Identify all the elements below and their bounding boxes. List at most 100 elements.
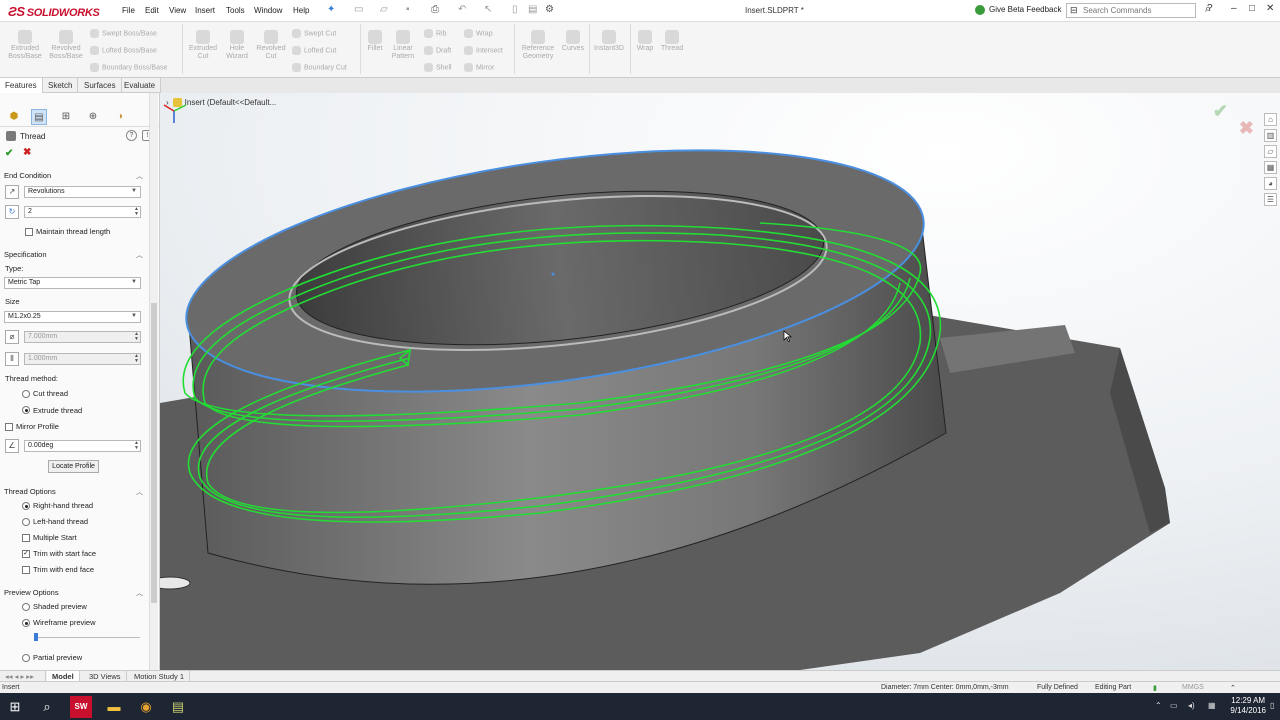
end-condition-select[interactable]: Revolutions ▼ xyxy=(24,186,141,198)
network-icon[interactable]: ▭ xyxy=(1170,701,1178,710)
hole-wizard-button[interactable]: Hole Wizard xyxy=(220,30,254,61)
cut-thread-radio[interactable] xyxy=(22,390,30,398)
dimxpert-icon[interactable]: ⊕ xyxy=(85,109,101,125)
boundary-cut-button[interactable]: Boundary Cut xyxy=(292,63,347,72)
wireframe-preview-radio[interactable] xyxy=(22,619,30,627)
extruded-boss-button[interactable]: Extruded Boss/Base xyxy=(5,30,45,61)
draft-button[interactable]: Draft xyxy=(424,46,451,55)
scrollbar-thumb[interactable] xyxy=(151,303,157,603)
display-manager-icon[interactable]: ◑ xyxy=(112,109,128,125)
menu-help[interactable]: Help xyxy=(293,6,309,15)
menu-edit[interactable]: Edit xyxy=(145,6,159,15)
view-orientation-icon[interactable]: ◧ xyxy=(677,93,686,94)
pitch-input[interactable]: 1.000mm ▲ ▼ xyxy=(24,353,141,365)
locate-profile-button[interactable]: Locate Profile xyxy=(48,460,99,473)
taskbar-clock[interactable]: 12:29 AM 9/14/2016 xyxy=(1230,696,1266,716)
select-icon[interactable]: ↖ xyxy=(484,4,492,15)
zoom-area-icon[interactable]: ⌕ xyxy=(613,93,619,94)
solidworks-taskbar-icon[interactable]: SW xyxy=(70,696,92,718)
curves-button[interactable]: Curves xyxy=(559,30,587,53)
size-select[interactable]: M1.2x0.25 ▼ xyxy=(4,311,141,323)
ok-button[interactable]: ✔ xyxy=(5,148,13,159)
type-select[interactable]: Metric Tap ▼ xyxy=(4,277,141,289)
partial-preview-radio[interactable] xyxy=(22,654,30,662)
beta-feedback-button[interactable]: Give Beta Feedback xyxy=(975,5,1061,15)
rib-button[interactable]: Rib xyxy=(424,29,447,38)
tab-evaluate[interactable]: Evaluate xyxy=(119,78,162,93)
center-point[interactable] xyxy=(551,272,555,276)
pin-icon[interactable]: ✦ xyxy=(327,4,335,15)
fillet-button[interactable]: Fillet xyxy=(362,30,388,53)
linear-pattern-button[interactable]: Linear Pattern xyxy=(388,30,418,61)
print-icon[interactable]: ⎙ xyxy=(431,4,439,15)
collapse-icon[interactable]: ︿ xyxy=(136,171,143,181)
home-icon[interactable]: ⌂ xyxy=(1264,113,1277,126)
revolved-boss-button[interactable]: Revolved Boss/Base xyxy=(46,30,86,61)
menu-tools[interactable]: Tools xyxy=(226,6,245,15)
menu-insert[interactable]: Insert xyxy=(195,6,215,15)
solidworks-logo[interactable]: ƧS SOLIDWORKS xyxy=(8,4,100,19)
collapse-icon[interactable]: ︿ xyxy=(136,487,143,497)
thread-options-header[interactable]: Thread Options xyxy=(4,487,56,496)
close-button[interactable]: ✕ xyxy=(1266,3,1274,14)
minimize-button[interactable]: – xyxy=(1231,3,1237,14)
options-icon[interactable]: ⚙ xyxy=(545,4,554,15)
graphics-area[interactable]: ›Insert (Default<<Default... ⌕ ⌕ ↶ ▦ ⬚ ◧… xyxy=(160,93,1280,670)
revolved-cut-button[interactable]: Revolved Cut xyxy=(254,30,288,61)
volume-icon[interactable]: ◂) xyxy=(1188,701,1195,710)
search-commands-input[interactable]: ⊟ Search Commands ⌕ xyxy=(1066,3,1211,18)
lofted-boss-button[interactable]: Lofted Boss/Base xyxy=(90,46,157,55)
design-library-icon[interactable]: ▥ xyxy=(1264,129,1277,142)
extrude-thread-radio[interactable] xyxy=(22,406,30,414)
model-render[interactable] xyxy=(160,93,1280,670)
status-options-icon[interactable]: ⌃ xyxy=(1230,684,1236,692)
configuration-manager-icon[interactable]: ⊞ xyxy=(58,109,74,125)
scene-icon[interactable]: ▲ xyxy=(738,93,748,94)
menu-view[interactable]: View xyxy=(169,6,186,15)
tab-features[interactable]: Features xyxy=(0,78,43,93)
revolutions-input[interactable]: 2 ▲ ▼ xyxy=(24,206,141,218)
boundary-boss-button[interactable]: Boundary Boss/Base xyxy=(90,63,167,72)
chrome-icon[interactable]: ◉ xyxy=(135,696,157,718)
confirmation-cancel-icon[interactable]: ✖ xyxy=(1239,118,1254,139)
tab-sketch[interactable]: Sketch xyxy=(43,78,79,93)
collapse-icon[interactable]: ︿ xyxy=(136,588,143,598)
confirmation-ok-icon[interactable]: ✔ xyxy=(1213,101,1228,122)
open-icon[interactable]: ▱ xyxy=(380,4,388,15)
file-explorer-icon[interactable]: ▬ xyxy=(103,696,125,718)
intersect-button[interactable]: Intersect xyxy=(464,46,503,55)
trim-end-checkbox[interactable] xyxy=(22,566,30,574)
rebuild-icon[interactable]: ▯ xyxy=(512,4,518,15)
zoom-to-fit-icon[interactable]: ⌕ xyxy=(600,93,606,94)
menu-file[interactable]: File xyxy=(122,6,135,15)
dynamic-annotation-icon[interactable]: ⬚ xyxy=(660,93,669,94)
search-icon[interactable]: ⌕ xyxy=(36,696,58,718)
spinner-icon[interactable]: ▲ ▼ xyxy=(134,207,139,217)
tray-expand-icon[interactable]: ⌃ xyxy=(1155,701,1162,710)
file-explorer-icon[interactable]: ▱ xyxy=(1264,145,1277,158)
swept-cut-button[interactable]: Swept Cut xyxy=(292,29,336,38)
wrap-button[interactable]: Wrap xyxy=(464,29,493,38)
lofted-cut-button[interactable]: Lofted Cut xyxy=(292,46,336,55)
multiple-start-checkbox[interactable] xyxy=(22,534,30,542)
specification-header[interactable]: Specification xyxy=(4,250,47,259)
preview-options-header[interactable]: Preview Options xyxy=(4,588,59,597)
spinner-icon[interactable]: ▲ ▼ xyxy=(134,332,139,342)
menu-window[interactable]: Window xyxy=(254,6,282,15)
wrap-large-button[interactable]: Wrap xyxy=(632,30,658,53)
feature-tree-icon[interactable]: ⬢ xyxy=(6,109,22,125)
notifications-icon[interactable]: ▯ xyxy=(1270,701,1274,710)
diameter-input[interactable]: 7.000mm ▲ ▼ xyxy=(24,331,141,343)
swept-boss-button[interactable]: Swept Boss/Base xyxy=(90,29,157,38)
spinner-icon[interactable]: ▲ ▼ xyxy=(134,354,139,364)
mirror-button[interactable]: Mirror xyxy=(464,63,494,72)
spinner-icon[interactable]: ▲ ▼ xyxy=(134,441,139,451)
view-palette-icon[interactable]: ▦ xyxy=(1264,161,1277,174)
shell-button[interactable]: Shell xyxy=(424,63,452,72)
cancel-button[interactable]: ✖ xyxy=(23,147,31,158)
keyboard-icon[interactable]: ▦ xyxy=(1208,701,1216,710)
maximize-button[interactable]: □ xyxy=(1249,3,1255,14)
help-icon[interactable]: ? xyxy=(1207,3,1213,14)
maintain-length-checkbox[interactable] xyxy=(25,228,33,236)
custom-properties-icon[interactable]: ☰ xyxy=(1264,193,1277,206)
